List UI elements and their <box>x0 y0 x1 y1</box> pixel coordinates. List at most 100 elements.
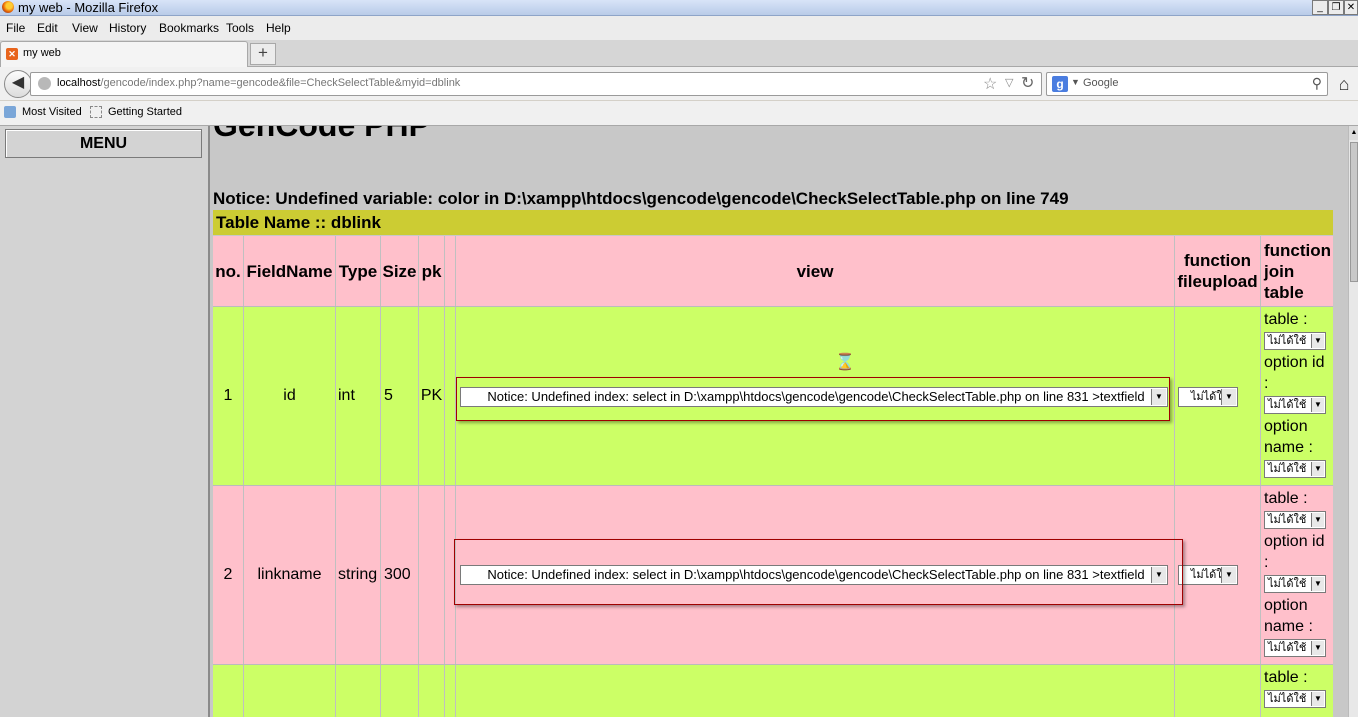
fileupload-select[interactable]: ไม่ได้ใช้ ▼ <box>1178 387 1238 407</box>
row-no: 2 <box>213 486 244 664</box>
address-host: localhost <box>57 77 101 89</box>
join-option-id-select[interactable]: ไม่ได้ใช้ ▼ <box>1264 395 1326 414</box>
header-pk: pk <box>419 236 445 306</box>
row-size: 5 <box>381 307 419 485</box>
join-table-select-value: ไม่ได้ใช้ <box>1268 513 1307 526</box>
page-icon <box>90 106 102 118</box>
home-icon[interactable]: ⌂ <box>1334 74 1354 94</box>
row-no <box>213 665 244 717</box>
header-size: Size <box>381 236 419 306</box>
row-fileupload-cell: ไม่ได้ใช้ ▼ <box>1175 307 1261 485</box>
join-option-name-select-value: ไม่ได้ใช้ <box>1268 641 1307 654</box>
row-pk <box>419 486 445 664</box>
menu-header: MENU <box>5 129 202 158</box>
header-fileupload: function fileupload <box>1175 236 1261 306</box>
chevron-down-icon: ▼ <box>1221 567 1236 583</box>
back-button[interactable]: ◀ <box>4 70 32 98</box>
highlight-box <box>454 539 1183 605</box>
table-header-row: no. FieldName Type Size pk view function… <box>213 236 1333 307</box>
engine-dropdown-icon[interactable]: ▼ <box>1071 77 1080 87</box>
join-controls: table : ไม่ได้ใช้ ▼ <box>1261 667 1333 710</box>
join-table-label: table : <box>1264 311 1308 328</box>
tab-label: my web <box>23 47 61 59</box>
search-icon[interactable]: ⚲ <box>1312 75 1322 92</box>
join-controls: table : ไม่ได้ใช้ ▼ option id : ไม่ได้ใช้… <box>1261 488 1333 659</box>
back-arrow-icon: ◀ <box>11 74 25 91</box>
close-button[interactable]: ✕ <box>1344 0 1358 15</box>
bookmarks-toolbar: Most Visited Getting Started <box>0 101 1358 126</box>
new-tab-button[interactable]: + <box>250 43 276 65</box>
search-bar[interactable]: g ▼ Google ⚲ <box>1046 72 1328 96</box>
menu-help[interactable]: Help <box>266 20 291 36</box>
join-option-name-label: option name : <box>1264 418 1313 456</box>
address-bar[interactable]: localhost/gencode/index.php?name=gencode… <box>30 72 1042 96</box>
join-option-id-label: option id : <box>1264 533 1325 571</box>
row-size <box>381 665 419 717</box>
menu-edit[interactable]: Edit <box>37 20 58 36</box>
row-spacer <box>445 307 456 485</box>
row-fieldname <box>244 665 336 717</box>
firefox-icon <box>2 1 14 13</box>
join-option-id-select[interactable]: ไม่ได้ใช้ ▼ <box>1264 574 1326 593</box>
chevron-down-icon: ▼ <box>1311 691 1324 706</box>
join-table-label: table : <box>1264 669 1308 686</box>
row-view-cell: Notice: Undefined index: select in D:\xa… <box>456 307 1175 485</box>
restore-button[interactable]: ❐ <box>1328 0 1344 15</box>
address-url: localhost/gencode/index.php?name=gencode… <box>57 77 460 89</box>
google-icon[interactable]: g <box>1052 76 1068 92</box>
chevron-down-icon: ▼ <box>1151 389 1166 405</box>
row-join-cell: table : ไม่ได้ใช้ ▼ option id : ไม่ได้ใช้… <box>1261 486 1333 664</box>
bookmark-getting-started[interactable]: Getting Started <box>108 106 182 118</box>
row-pk: PK <box>419 307 445 485</box>
bookmark-most-visited[interactable]: Most Visited <box>22 106 82 118</box>
tab-strip: ✕ my web + <box>0 40 1358 67</box>
search-placeholder: Google <box>1083 77 1119 89</box>
join-table-select-value: ไม่ได้ใช้ <box>1268 692 1307 705</box>
reload-icon[interactable]: ↻ <box>1021 73 1034 93</box>
bookmark-star-icon[interactable]: ☆ <box>983 74 997 94</box>
chevron-down-icon: ▼ <box>1311 333 1324 348</box>
row-spacer <box>445 665 456 717</box>
minimize-button[interactable]: _ <box>1312 0 1328 15</box>
history-dropdown-icon[interactable]: ▽ <box>1005 76 1013 89</box>
fileupload-select[interactable]: ไม่ได้ใช้ ▼ <box>1178 565 1238 585</box>
row-type <box>336 665 381 717</box>
view-select[interactable]: Notice: Undefined index: select in D:\xa… <box>460 387 1168 407</box>
table-name: Table Name :: dblink <box>216 213 381 232</box>
globe-icon <box>38 77 51 90</box>
join-table-select[interactable]: ไม่ได้ใช้ ▼ <box>1264 331 1326 350</box>
main-frame: GenCode PHP Notice: Undefined variable: … <box>210 126 1348 717</box>
menu-view[interactable]: View <box>72 20 98 36</box>
menubar: File Edit View History Bookmarks Tools H… <box>0 16 1358 40</box>
menu-history[interactable]: History <box>109 20 146 36</box>
row-size: 300 <box>381 486 419 664</box>
vertical-scrollbar[interactable]: ▲ <box>1348 126 1358 717</box>
row-fileupload-cell: ไม่ได้ใช้ ▼ <box>1175 486 1261 664</box>
row-view-cell <box>456 665 1175 717</box>
row-fieldname: id <box>244 307 336 485</box>
menu-bookmarks[interactable]: Bookmarks <box>159 20 219 36</box>
scroll-thumb[interactable] <box>1350 142 1358 282</box>
row-view-cell: Notice: Undefined index: select in D:\xa… <box>454 486 1183 664</box>
menu-file[interactable]: File <box>6 20 25 36</box>
join-table-label: table : <box>1264 490 1308 507</box>
header-join: function join table <box>1264 240 1332 302</box>
menu-tools[interactable]: Tools <box>226 20 254 36</box>
address-path: /gencode/index.php?name=gencode&file=Che… <box>100 77 461 89</box>
xampp-favicon-icon: ✕ <box>6 48 18 60</box>
chevron-down-icon: ▼ <box>1311 576 1324 591</box>
join-option-name-select-value: ไม่ได้ใช้ <box>1268 462 1307 475</box>
tab-my-web[interactable]: ✕ my web <box>0 41 248 67</box>
php-notice: Notice: Undefined variable: color in D:\… <box>213 189 1069 208</box>
header-type: Type <box>336 236 381 306</box>
row-no: 1 <box>213 307 244 485</box>
join-table-select[interactable]: ไม่ได้ใช้ ▼ <box>1264 510 1326 529</box>
row-fieldname: linkname <box>244 486 336 664</box>
chevron-down-icon: ▼ <box>1221 389 1236 405</box>
join-option-name-select[interactable]: ไม่ได้ใช้ ▼ <box>1264 638 1326 657</box>
header-fieldname: FieldName <box>244 236 336 306</box>
join-option-name-select[interactable]: ไม่ได้ใช้ ▼ <box>1264 459 1326 478</box>
scroll-up-icon[interactable]: ▲ <box>1349 126 1358 140</box>
join-table-select[interactable]: ไม่ได้ใช้ ▼ <box>1264 689 1326 708</box>
join-option-id-select-value: ไม่ได้ใช้ <box>1268 398 1307 411</box>
